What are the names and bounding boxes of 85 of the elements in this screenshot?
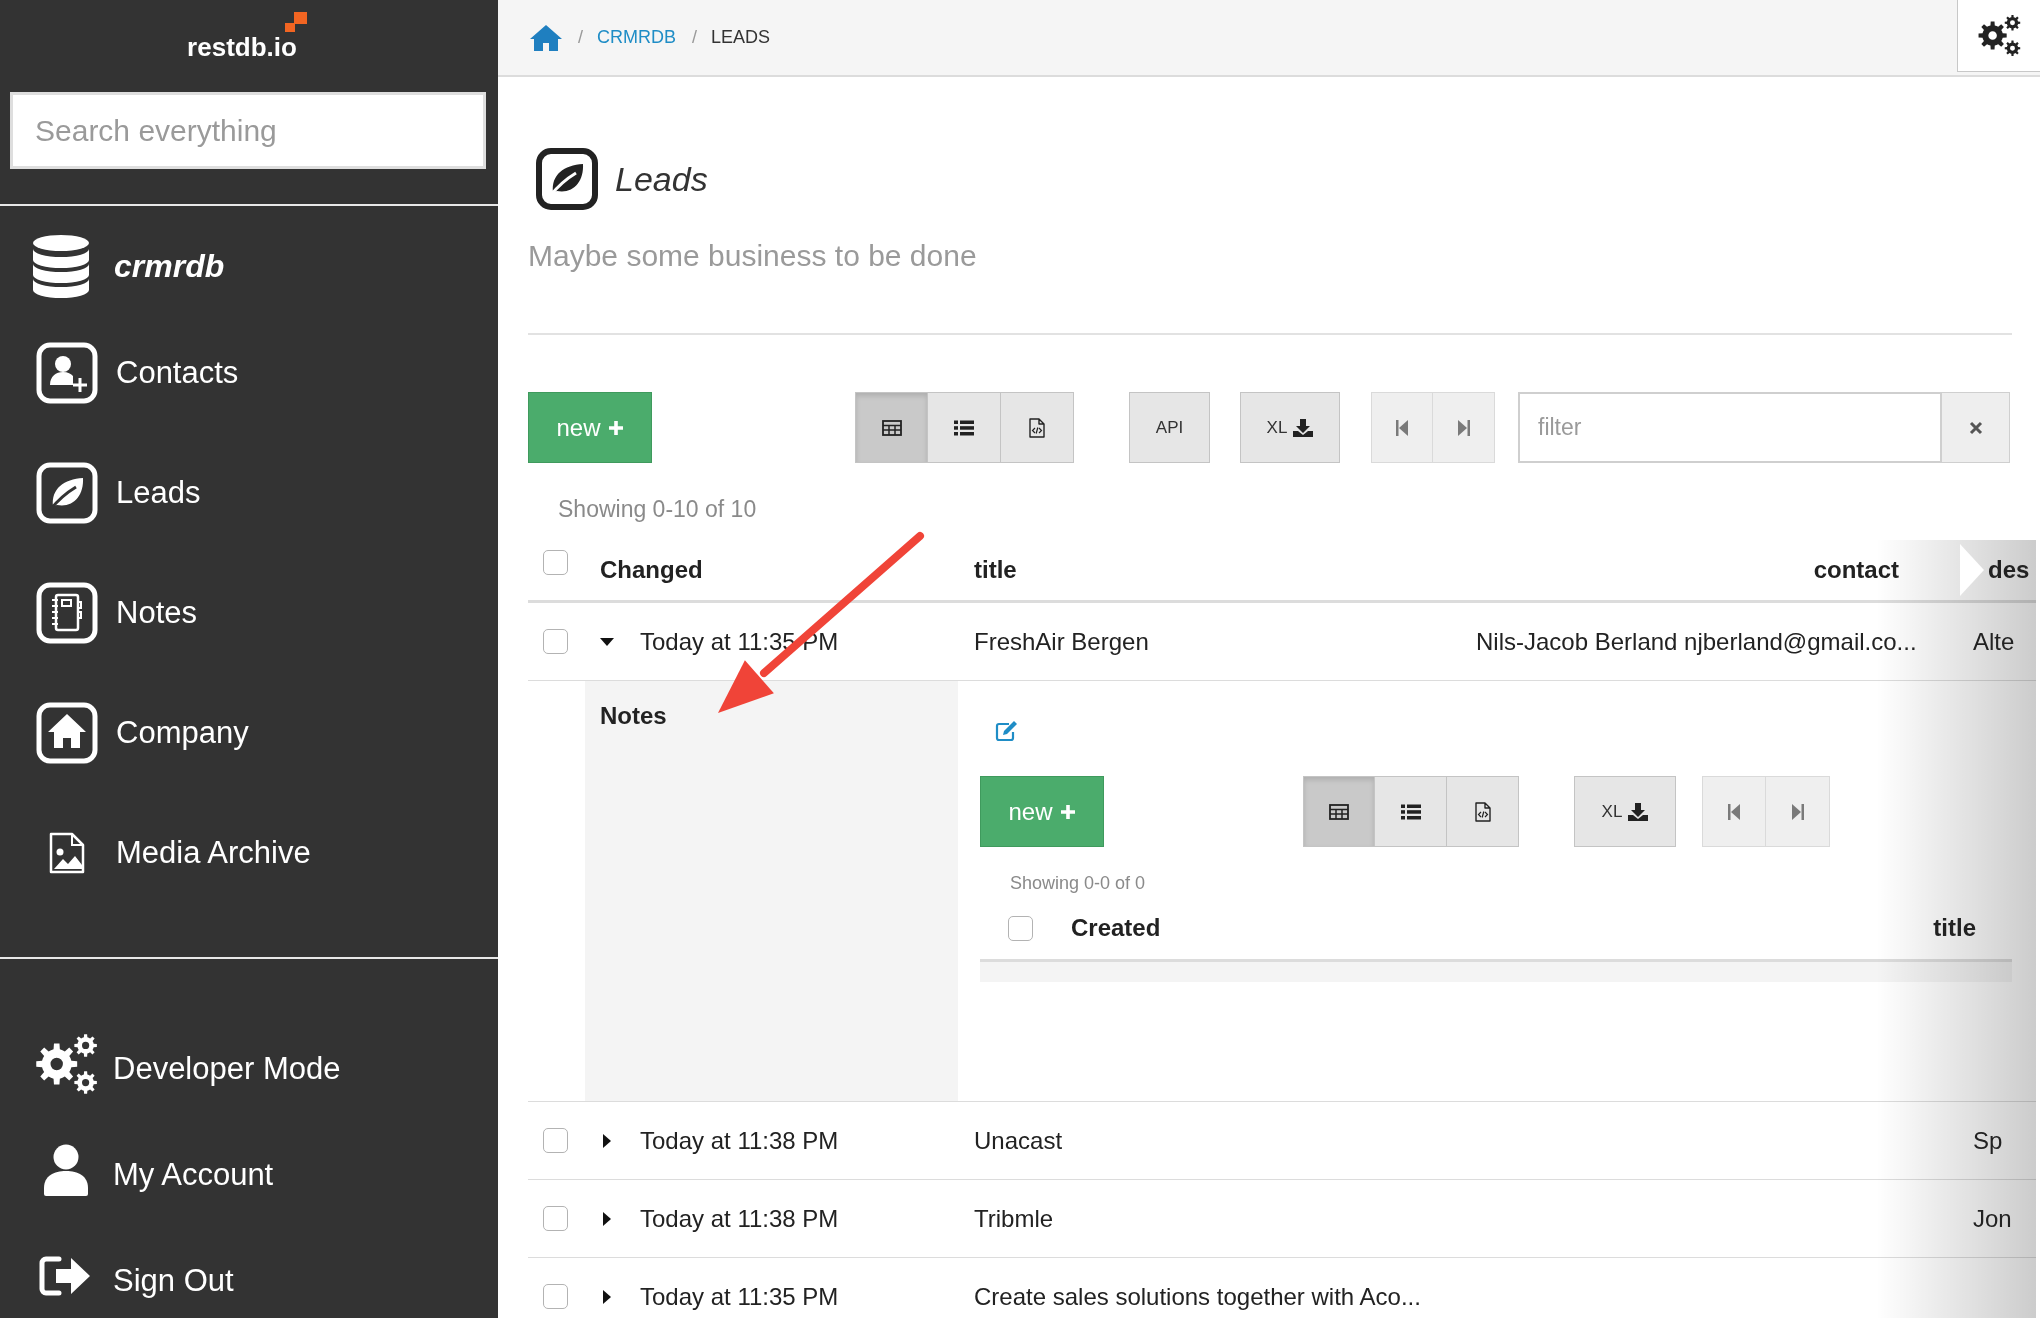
caret-down-icon[interactable] bbox=[600, 637, 614, 646]
plus-icon bbox=[1059, 803, 1076, 820]
table-cell: Sp bbox=[1973, 1126, 2003, 1155]
download-icon bbox=[1293, 418, 1314, 437]
database-link[interactable]: crmrdb bbox=[32, 233, 225, 300]
column-header[interactable]: title bbox=[974, 556, 1017, 584]
code-view-button[interactable] bbox=[1447, 776, 1519, 847]
column-header[interactable]: title bbox=[1933, 914, 1976, 942]
breadcrumb-separator: / bbox=[578, 27, 583, 48]
record-count: Showing 0-0 of 0 bbox=[1009, 872, 1146, 895]
image-file-icon bbox=[49, 832, 85, 874]
caret-right-icon[interactable] bbox=[603, 1211, 611, 1226]
table-cell: FreshAir Bergen bbox=[974, 627, 1149, 656]
nav-item[interactable]: Contacts bbox=[36, 342, 239, 404]
menu-item[interactable]: Developer Mode bbox=[34, 1033, 341, 1095]
leaf-icon bbox=[536, 148, 598, 210]
edit-icon[interactable] bbox=[995, 720, 1019, 742]
table-view-button[interactable] bbox=[855, 392, 928, 463]
nav-item[interactable]: Leads bbox=[36, 462, 201, 524]
list-icon bbox=[954, 419, 974, 436]
breadcrumb-current: LEADS bbox=[711, 27, 771, 48]
filter-field[interactable]: filter bbox=[1518, 392, 1942, 463]
plus-icon bbox=[607, 419, 624, 436]
search-field[interactable]: Search everything bbox=[10, 92, 486, 169]
column-header[interactable]: Changed bbox=[600, 556, 703, 584]
table-cell: Tribmle bbox=[974, 1204, 1054, 1233]
last-page-icon bbox=[1457, 418, 1470, 437]
checkbox[interactable] bbox=[1008, 915, 1033, 941]
settings-icon bbox=[1977, 14, 2021, 57]
close-icon bbox=[1968, 420, 1983, 435]
last-page-icon bbox=[1791, 802, 1804, 821]
download-icon bbox=[1628, 802, 1649, 821]
logo-text[interactable]: restdb.io bbox=[187, 32, 297, 62]
first-page-icon bbox=[1396, 418, 1408, 437]
logo-mark-icon bbox=[284, 12, 307, 32]
add-user-icon bbox=[36, 342, 98, 404]
menu-item[interactable]: Sign Out bbox=[34, 1245, 234, 1307]
list-view-button[interactable] bbox=[928, 392, 1001, 463]
checkbox[interactable] bbox=[543, 550, 568, 575]
nav-item[interactable]: Company bbox=[36, 702, 249, 764]
table-cell: Jon bbox=[1973, 1204, 2012, 1233]
breadcrumb-separator: / bbox=[692, 27, 698, 48]
gears-icon bbox=[34, 1033, 98, 1095]
list-view-button[interactable] bbox=[1375, 776, 1447, 847]
table-cell: Nils-Jacob Berland njberland@gmail.co... bbox=[1476, 627, 1917, 656]
user-icon bbox=[42, 1144, 90, 1196]
code-file-icon bbox=[1474, 801, 1491, 822]
table-view-button[interactable] bbox=[1303, 776, 1375, 847]
page-description: Maybe some business to be done bbox=[528, 238, 977, 274]
house-icon bbox=[36, 702, 98, 764]
checkbox[interactable] bbox=[543, 1206, 568, 1231]
table-cell: Alte bbox=[1973, 627, 2015, 656]
page-title: Leads bbox=[615, 159, 708, 199]
list-icon bbox=[1400, 803, 1421, 820]
menu-item[interactable]: My Account bbox=[34, 1139, 274, 1201]
table-cell: Today at 11:38 PM bbox=[640, 1204, 839, 1233]
table-icon bbox=[1329, 803, 1349, 820]
table-cell: Unacast bbox=[974, 1126, 1063, 1155]
caret-right-icon[interactable] bbox=[603, 1133, 611, 1148]
column-header[interactable]: contact bbox=[1813, 556, 1899, 584]
api-button[interactable]: API bbox=[1129, 392, 1210, 463]
related-label: Notes bbox=[600, 702, 667, 729]
code-view-button[interactable] bbox=[1001, 392, 1074, 463]
caret-right-icon[interactable] bbox=[603, 1289, 611, 1304]
export-button[interactable]: XL bbox=[1240, 392, 1340, 463]
code-file-icon bbox=[1029, 417, 1045, 438]
checkbox[interactable] bbox=[543, 1128, 568, 1153]
notebook-icon bbox=[36, 582, 98, 644]
table-cell: Create sales solutions together with Aco... bbox=[974, 1282, 1421, 1311]
table-cell: Today at 11:38 PM bbox=[640, 1126, 839, 1155]
checkbox[interactable] bbox=[543, 629, 568, 654]
settings-button[interactable] bbox=[1957, 0, 2040, 72]
database-icon bbox=[32, 233, 90, 300]
nav-item[interactable]: Media Archive bbox=[36, 822, 311, 884]
column-header[interactable]: Created bbox=[1071, 914, 1161, 942]
table-cell: Today at 11:35 PM bbox=[640, 1282, 839, 1311]
table-icon bbox=[881, 419, 902, 436]
home-icon[interactable] bbox=[530, 23, 562, 52]
column-header[interactable]: des bbox=[1988, 556, 2030, 584]
record-count: Showing 0-10 of 10 bbox=[557, 495, 757, 523]
export-button[interactable]: XL bbox=[1574, 776, 1676, 847]
checkbox[interactable] bbox=[543, 1284, 568, 1309]
nav-item[interactable]: Notes bbox=[36, 582, 197, 644]
leaf-icon bbox=[36, 462, 98, 524]
first-page-icon bbox=[1728, 802, 1740, 821]
